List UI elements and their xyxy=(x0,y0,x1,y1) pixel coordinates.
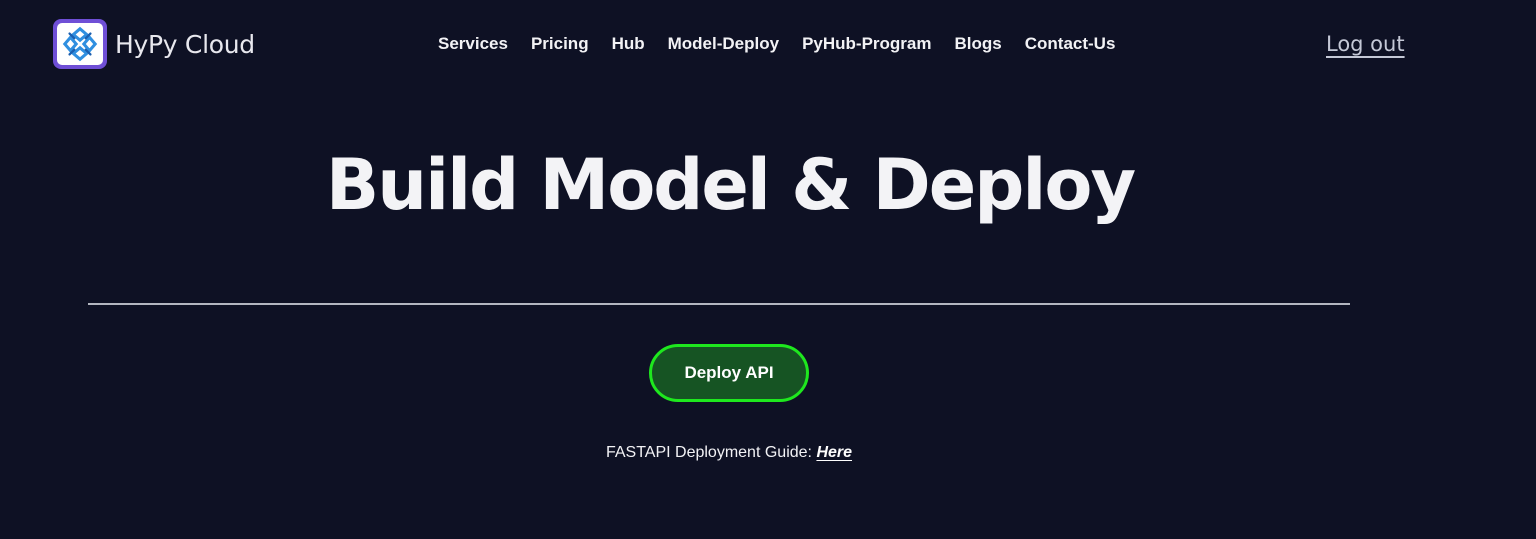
hypy-cloud-logo-icon xyxy=(53,19,107,69)
page: HyPy Cloud Services Pricing Hub Model-De… xyxy=(0,0,1536,539)
nav-link-blogs[interactable]: Blogs xyxy=(955,34,1002,54)
nav-link-model-deploy[interactable]: Model-Deploy xyxy=(668,34,779,54)
nav-link-contact-us[interactable]: Contact-Us xyxy=(1025,34,1116,54)
logout-link[interactable]: Log out xyxy=(1326,32,1405,56)
main-nav: Services Pricing Hub Model-Deploy PyHub-… xyxy=(438,34,1115,54)
nav-link-pyhub-program[interactable]: PyHub-Program xyxy=(802,34,931,54)
guide-here-link[interactable]: Here xyxy=(816,444,852,461)
logo-emblem-icon xyxy=(62,26,98,62)
deploy-api-button[interactable]: Deploy API xyxy=(649,344,809,402)
nav-link-hub[interactable]: Hub xyxy=(612,34,645,54)
nav-link-pricing[interactable]: Pricing xyxy=(531,34,589,54)
deployment-guide: FASTAPI Deployment Guide: Here xyxy=(0,444,1458,462)
page-title: Build Model & Deploy xyxy=(325,144,1136,226)
logo-icon-inner xyxy=(57,23,103,65)
brand-name[interactable]: HyPy Cloud xyxy=(115,30,255,59)
guide-text: FASTAPI Deployment Guide: xyxy=(605,444,812,461)
nav-link-services[interactable]: Services xyxy=(438,34,508,54)
divider xyxy=(88,303,1350,305)
brand-logo[interactable]: HyPy Cloud xyxy=(53,19,255,69)
